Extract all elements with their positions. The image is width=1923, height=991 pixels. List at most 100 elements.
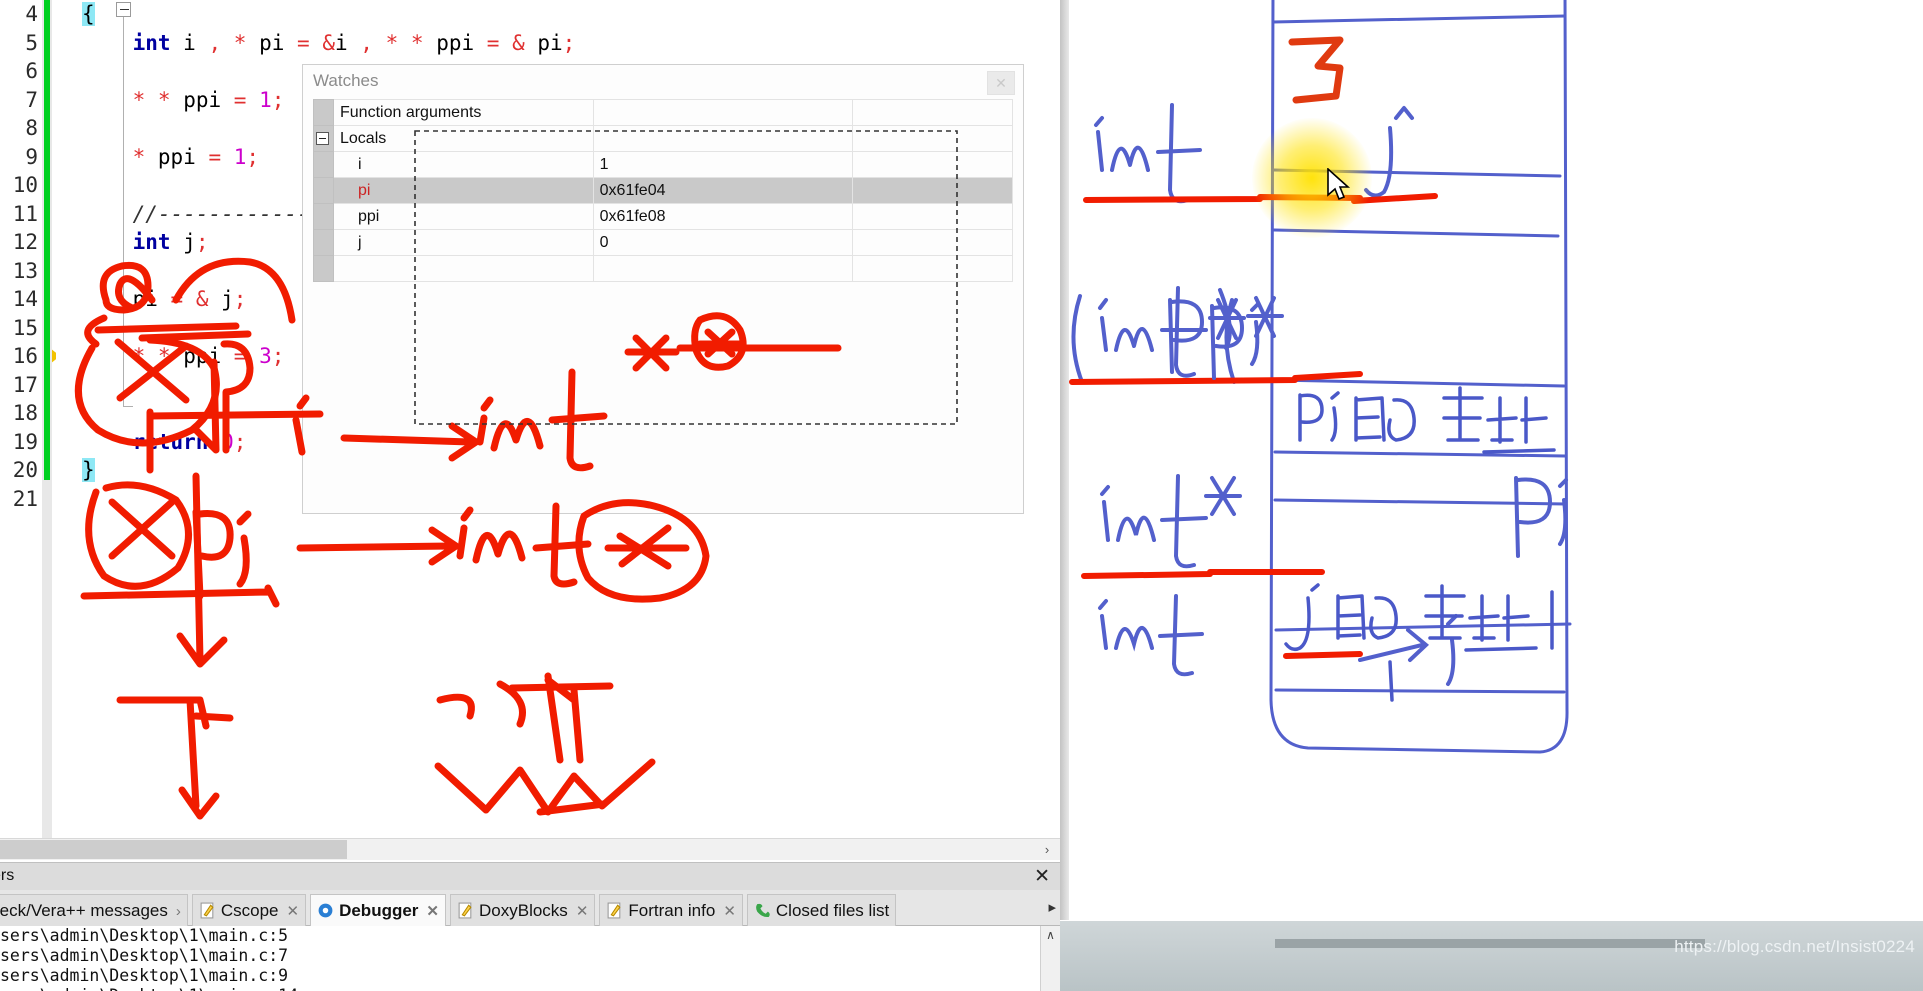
close-icon[interactable]: ✕ — [287, 903, 300, 920]
line-number: 21 — [12, 486, 38, 511]
watch-value[interactable] — [592, 255, 854, 282]
watch-value[interactable] — [592, 125, 854, 152]
watches-table[interactable]: Function arguments Locals i 1 pi 0x61fe04 ppi 0… — [313, 99, 1013, 282]
tab-debugger[interactable]: Debugger ✕ — [310, 894, 446, 926]
close-icon[interactable]: ✕ — [426, 903, 439, 920]
tab-label: DoxyBlocks — [479, 901, 568, 920]
row-handle[interactable] — [313, 151, 334, 178]
logs-tab-bar[interactable]: ▸ ppCheck/Vera++ messages›Cscope✕Debugge… — [0, 890, 1060, 926]
watches-panel[interactable]: Watches ✕ Function arguments Locals i 1 pi 0x… — [302, 64, 1024, 514]
row-handle[interactable] — [313, 255, 334, 282]
watch-row[interactable]: Locals — [313, 125, 1013, 152]
watch-name[interactable]: i — [333, 151, 594, 178]
click-highlight — [1252, 118, 1372, 238]
watch-type[interactable] — [852, 125, 1013, 152]
watch-name[interactable]: j — [333, 229, 594, 256]
collapse-icon[interactable] — [316, 131, 329, 145]
row-handle[interactable] — [313, 125, 334, 152]
log-line[interactable]: sers\admin\Desktop\1\main.c:14 — [0, 986, 1060, 991]
watch-value[interactable]: 0x61fe04 — [592, 177, 854, 204]
log-line[interactable]: sers\admin\Desktop\1\main.c:7 — [0, 946, 1060, 966]
tab-ppcheck-vera-messages[interactable]: ppCheck/Vera++ messages › — [0, 894, 188, 926]
tab-label: Debugger — [339, 901, 419, 920]
line-number: 18 — [12, 401, 38, 425]
line-number: 19 — [12, 429, 38, 454]
chevron-up-icon[interactable]: ∧ — [1041, 926, 1060, 944]
line-number: 6 — [25, 59, 38, 83]
close-icon[interactable]: ✕ — [1034, 865, 1050, 888]
logs-panel-header: ers ✕ — [0, 862, 1060, 890]
footer-progress-bar — [1275, 939, 1705, 948]
line-number: 12 — [12, 230, 38, 254]
chevron-right-icon[interactable]: › — [1038, 839, 1056, 860]
tab-cscope[interactable]: Cscope ✕ — [191, 894, 307, 926]
line-number: 14 — [12, 287, 38, 311]
code-line[interactable]: int i , * pi = &i , * * ppi = & pi; — [82, 29, 1060, 58]
watch-type[interactable] — [852, 177, 1013, 204]
row-handle[interactable] — [313, 99, 334, 126]
watch-row[interactable] — [313, 255, 1013, 282]
row-handle[interactable] — [313, 229, 334, 256]
watch-row[interactable]: pi 0x61fe04 — [313, 177, 1013, 204]
row-handle[interactable] — [313, 177, 334, 204]
phone-icon — [754, 898, 771, 918]
editor-horizontal-scrollbar[interactable]: › — [0, 838, 1060, 860]
tab-doxyblocks[interactable]: DoxyBlocks ✕ — [450, 894, 596, 926]
tab-label: ppCheck/Vera++ messages — [0, 901, 168, 920]
whiteboard: https://blog.csdn.net/Insist0224 — [1060, 0, 1923, 991]
tab-label: Closed files list — [775, 901, 890, 920]
log-line[interactable]: sers\admin\Desktop\1\main.c:9 — [0, 966, 1060, 986]
watermark: https://blog.csdn.net/Insist0224 — [1674, 937, 1915, 956]
pencil-icon — [457, 898, 474, 919]
handwriting-ink — [1069, 0, 1572, 754]
tab-scroll-right-icon[interactable]: ▸ — [1048, 898, 1056, 916]
watch-type[interactable] — [852, 229, 1013, 256]
scrollbar-thumb[interactable] — [0, 840, 347, 859]
watch-row[interactable]: ppi 0x61fe08 — [313, 203, 1013, 230]
line-number: 17 — [12, 372, 38, 397]
watch-value[interactable]: 0x61fe08 — [592, 203, 854, 230]
ide-window: 4 5 6 7 8 9 10 11 12 13 14 15 16 17 18 19 20 21 { int i ,… — [0, 0, 1060, 991]
watch-row[interactable]: i1 — [313, 151, 1013, 178]
line-number: 11 — [12, 201, 38, 226]
pencil-icon — [199, 898, 216, 919]
watch-name[interactable]: Locals — [333, 125, 594, 152]
tab-closed-files-list[interactable]: Closed files list — [746, 894, 897, 926]
log-vertical-scrollbar[interactable]: ∧ — [1040, 926, 1060, 991]
watch-name[interactable]: Function arguments — [333, 99, 594, 126]
code-line[interactable]: { — [82, 0, 1060, 29]
line-number: 20 — [12, 458, 38, 482]
close-icon[interactable]: ✕ — [723, 903, 736, 920]
watch-name[interactable] — [333, 255, 594, 282]
row-handle[interactable] — [313, 203, 334, 230]
tab-label: Cscope — [220, 901, 279, 920]
tab-label: Fortran info — [628, 901, 716, 920]
line-number: 8 — [25, 116, 38, 140]
line-number: 10 — [12, 173, 38, 197]
line-number: 5 — [25, 30, 38, 55]
log-line[interactable]: sers\admin\Desktop\1\main.c:5 — [0, 926, 1060, 946]
line-number: 9 — [25, 144, 38, 169]
watch-row[interactable]: j0 — [313, 229, 1013, 256]
watch-value[interactable]: 0 — [592, 229, 854, 256]
fold-column[interactable] — [56, 0, 133, 838]
gear-icon — [317, 898, 334, 918]
watch-name[interactable]: pi — [333, 177, 594, 204]
watch-type[interactable] — [852, 255, 1013, 282]
watch-value[interactable] — [592, 99, 854, 126]
close-icon[interactable]: ✕ — [576, 903, 589, 920]
close-icon[interactable]: ✕ — [987, 71, 1015, 95]
watch-type[interactable] — [852, 151, 1013, 178]
line-number: 4 — [25, 2, 38, 26]
watch-row[interactable]: Function arguments — [313, 99, 1013, 126]
watch-type[interactable] — [852, 203, 1013, 230]
watch-name[interactable]: ppi — [333, 203, 594, 230]
log-output[interactable]: sers\admin\Desktop\1\main.c:5 sers\admin\… — [0, 926, 1060, 991]
tab-overflow-icon[interactable]: › — [176, 903, 181, 920]
line-number-gutter: 4 5 6 7 8 9 10 11 12 13 14 15 16 17 18 19 20 21 — [0, 0, 60, 838]
watch-type[interactable] — [852, 99, 1013, 126]
line-number: 13 — [12, 258, 38, 283]
code-editor[interactable]: 4 5 6 7 8 9 10 11 12 13 14 15 16 17 18 19 20 21 { int i ,… — [0, 0, 1060, 838]
tab-fortran-info[interactable]: Fortran info ✕ — [599, 894, 743, 926]
watch-value[interactable]: 1 — [592, 151, 854, 178]
